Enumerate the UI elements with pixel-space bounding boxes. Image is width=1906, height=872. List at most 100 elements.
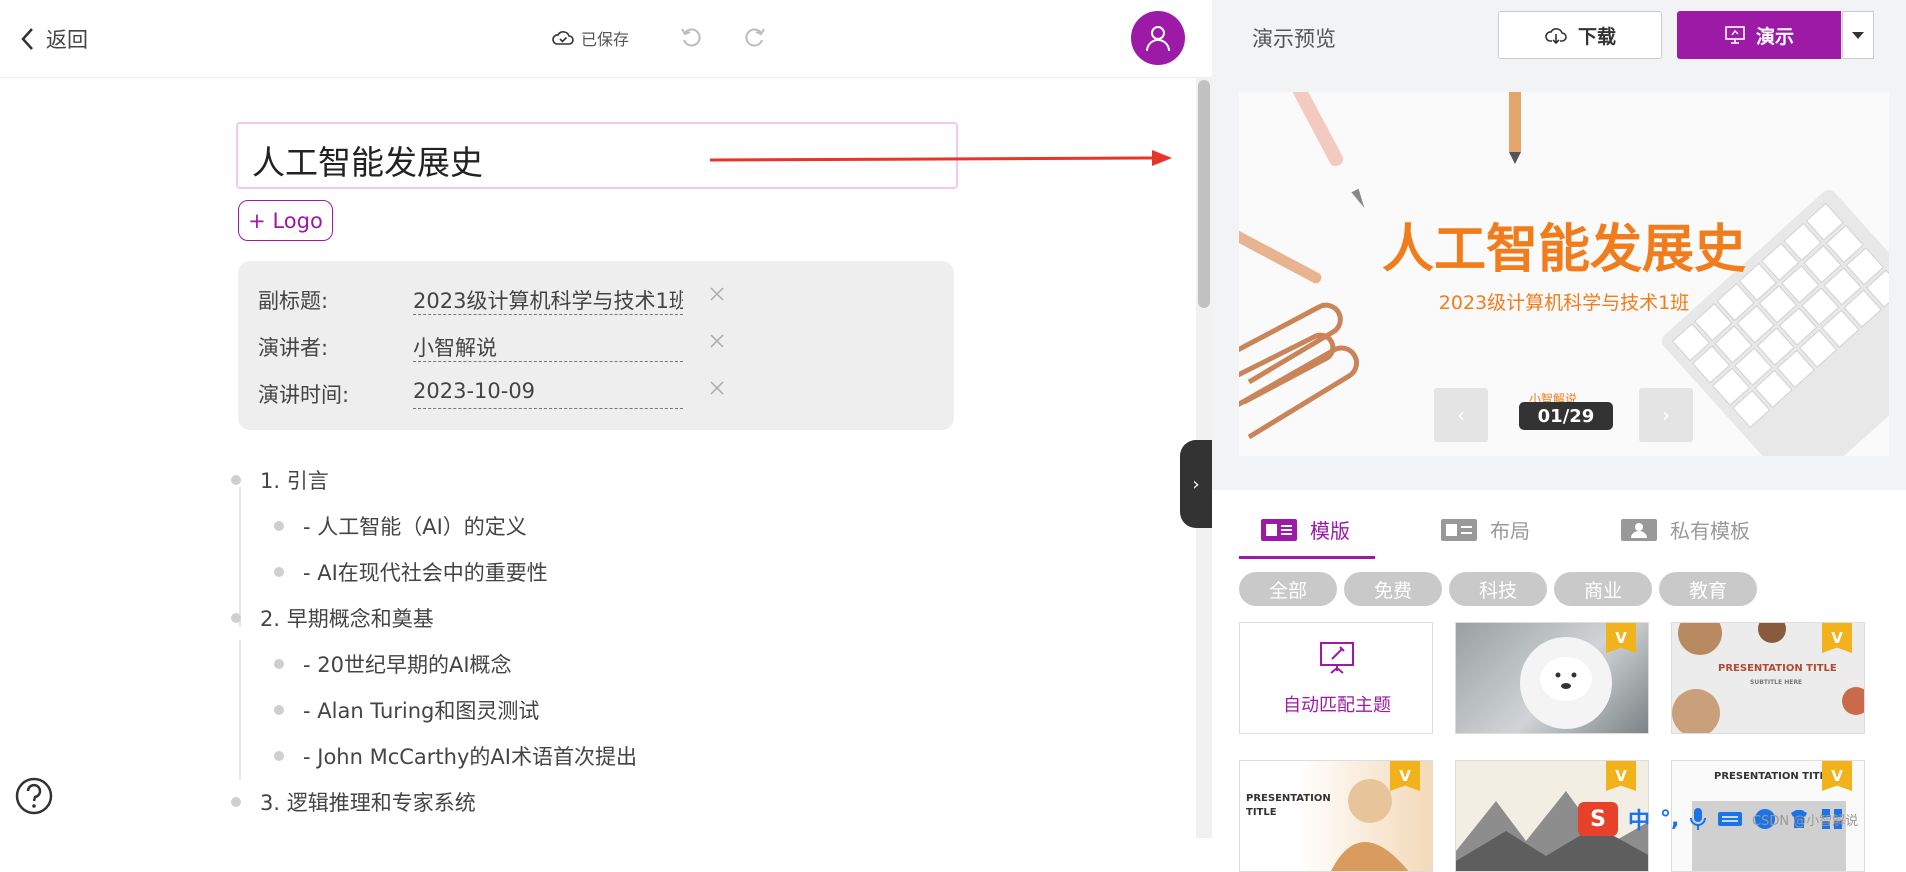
bullet-dot — [274, 521, 284, 531]
bullet-dot — [274, 751, 284, 761]
chevron-right-icon: › — [1192, 473, 1200, 495]
add-logo-button[interactable]: + Logo — [238, 200, 333, 241]
outline-item[interactable]: - 人工智能（AI）的定义 — [274, 511, 527, 541]
caret-down-icon — [1852, 32, 1864, 39]
outline-item[interactable]: - AI在现代社会中的重要性 — [274, 557, 548, 587]
filter-chip-business[interactable]: 商业 — [1554, 572, 1652, 606]
prev-slide-button[interactable]: ‹ — [1434, 388, 1488, 442]
ime-language-toggle[interactable]: 中 — [1628, 803, 1650, 835]
thumb-title: PRESENTATION — [1246, 793, 1331, 804]
editor-pane: 返回 已保存 人工智能发展史 + Logo 副标题: 2023级计算机科学与技术… — [0, 0, 1212, 838]
cloud-download-icon — [1545, 28, 1567, 45]
redo-icon[interactable] — [741, 24, 767, 50]
template-thumbnail[interactable]: V — [1455, 622, 1649, 734]
chevron-right-icon: › — [1662, 403, 1670, 427]
preview-title: 演示预览 — [1252, 27, 1336, 51]
chevron-left-icon: ‹ — [1457, 403, 1465, 427]
outline-text: - 人工智能（AI）的定义 — [303, 515, 527, 539]
present-dropdown-button[interactable] — [1842, 11, 1874, 59]
thumb-subtitle: SUBTITLE HERE — [1750, 679, 1803, 686]
help-icon[interactable] — [14, 776, 54, 816]
back-label: 返回 — [46, 28, 88, 52]
present-button[interactable]: 演示 — [1677, 11, 1841, 59]
subtitle-label: 副标题: — [258, 289, 329, 313]
bullet-dot — [231, 475, 241, 485]
sogou-ime-icon[interactable]: S — [1578, 802, 1618, 836]
date-label: 演讲时间: — [258, 383, 350, 407]
user-avatar-button[interactable] — [1131, 11, 1185, 65]
tab-label: 私有模板 — [1670, 519, 1750, 543]
back-button[interactable]: 返回 — [18, 24, 88, 54]
next-slide-button[interactable]: › — [1639, 388, 1693, 442]
private-template-icon — [1621, 518, 1657, 541]
preview-pane: 演示预览 下载 演示 人工智能发展史 2023级计算机科学与技术1班 小智解说 … — [1212, 0, 1906, 872]
page-indicator: 01/29 — [1519, 402, 1613, 430]
present-label: 演示 — [1755, 25, 1794, 48]
annotation-arrow — [709, 150, 1172, 166]
magic-presentation-icon — [1320, 642, 1354, 674]
outline-text: - Alan Turing和图灵测试 — [303, 699, 540, 723]
tab-label: 模版 — [1310, 519, 1350, 543]
bullet-dot — [274, 659, 284, 669]
user-icon — [1146, 26, 1170, 52]
chevron-left-icon — [21, 28, 33, 50]
template-auto-match[interactable]: 自动匹配主题 — [1239, 622, 1433, 734]
outline-item[interactable]: - Alan Turing和图灵测试 — [274, 695, 539, 725]
speaker-field[interactable]: 小智解说 — [413, 328, 683, 362]
outline-item[interactable]: - 20世纪早期的AI概念 — [274, 649, 512, 679]
outline-text: - 20世纪早期的AI概念 — [303, 653, 512, 677]
outline-text: 2. 早期概念和奠基 — [260, 607, 434, 631]
punctuation-icon[interactable]: °, — [1660, 807, 1679, 832]
filter-chips: 全部 免费 科技 商业 教育 — [1212, 562, 1906, 614]
download-button[interactable]: 下载 — [1498, 11, 1662, 59]
meta-panel: 副标题: 2023级计算机科学与技术1班 演讲者: 小智解说 演讲时间: 202… — [238, 261, 954, 430]
tab-private-templates[interactable]: 私有模板 — [1620, 515, 1750, 544]
thumb-title: PRESENTATION TITLE — [1714, 771, 1833, 782]
meta-row-date: 演讲时间: 2023-10-09 — [258, 375, 938, 409]
collapse-panel-toggle[interactable]: › — [1180, 440, 1212, 528]
slide-subtitle: 2023级计算机科学与技术1班 — [1438, 292, 1690, 314]
template-thumbnail[interactable]: PRESENTATION TITLE SUBTITLE HERE V — [1671, 622, 1865, 734]
filter-chip-tech[interactable]: 科技 — [1449, 572, 1547, 606]
date-field[interactable]: 2023-10-09 — [413, 375, 683, 409]
presentation-icon — [1725, 26, 1745, 44]
cloud-check-icon — [552, 31, 574, 45]
auto-match-label: 自动匹配主题 — [1283, 695, 1391, 716]
filter-chip-free[interactable]: 免费 — [1344, 572, 1442, 606]
close-icon[interactable] — [706, 330, 728, 352]
template-tabs: 模版 布局 私有模板 — [1212, 490, 1906, 562]
template-thumbnail[interactable]: PRESENTATION TITLE V — [1239, 760, 1433, 872]
outline-item[interactable]: 1. 引言 — [231, 465, 329, 495]
bullet-dot — [231, 797, 241, 807]
outline-text: - John McCarthy的AI术语首次提出 — [303, 745, 637, 769]
bullet-dot — [274, 705, 284, 715]
slide-preview: 人工智能发展史 2023级计算机科学与技术1班 小智解说 ‹ 01/29 › — [1239, 92, 1889, 456]
filter-chip-all[interactable]: 全部 — [1239, 572, 1337, 606]
tab-templates[interactable]: 模版 — [1260, 515, 1350, 544]
outline-item[interactable]: 2. 早期概念和奠基 — [231, 603, 434, 633]
outline-text: 1. 引言 — [260, 469, 329, 493]
bullet-dot — [274, 567, 284, 577]
bullet-dot — [231, 613, 241, 623]
outline-item[interactable]: - John McCarthy的AI术语首次提出 — [274, 741, 637, 771]
undo-icon[interactable] — [679, 24, 705, 50]
download-label: 下载 — [1577, 25, 1616, 48]
slide-title: 人工智能发展史 — [1381, 220, 1746, 280]
tab-layout[interactable]: 布局 — [1440, 515, 1530, 544]
thumb-title: PRESENTATION TITLE — [1718, 663, 1837, 674]
thumb-title-line2: TITLE — [1246, 807, 1277, 818]
saved-label: 已保存 — [581, 30, 630, 49]
editor-scrollbar-thumb[interactable] — [1198, 80, 1210, 308]
save-status: 已保存 — [551, 26, 629, 50]
meta-row-speaker: 演讲者: 小智解说 — [258, 328, 938, 362]
active-tab-underline — [1239, 556, 1375, 559]
keyboard-icon[interactable] — [1717, 809, 1743, 829]
filter-chip-education[interactable]: 教育 — [1659, 572, 1757, 606]
outline-item[interactable]: 3. 逻辑推理和专家系统 — [231, 787, 476, 817]
microphone-icon[interactable] — [1689, 806, 1707, 832]
close-icon[interactable] — [706, 283, 728, 305]
outline-text: 3. 逻辑推理和专家系统 — [260, 791, 476, 815]
close-icon[interactable] — [706, 377, 728, 399]
subtitle-field[interactable]: 2023级计算机科学与技术1班 — [413, 281, 683, 315]
layout-icon — [1441, 518, 1477, 541]
